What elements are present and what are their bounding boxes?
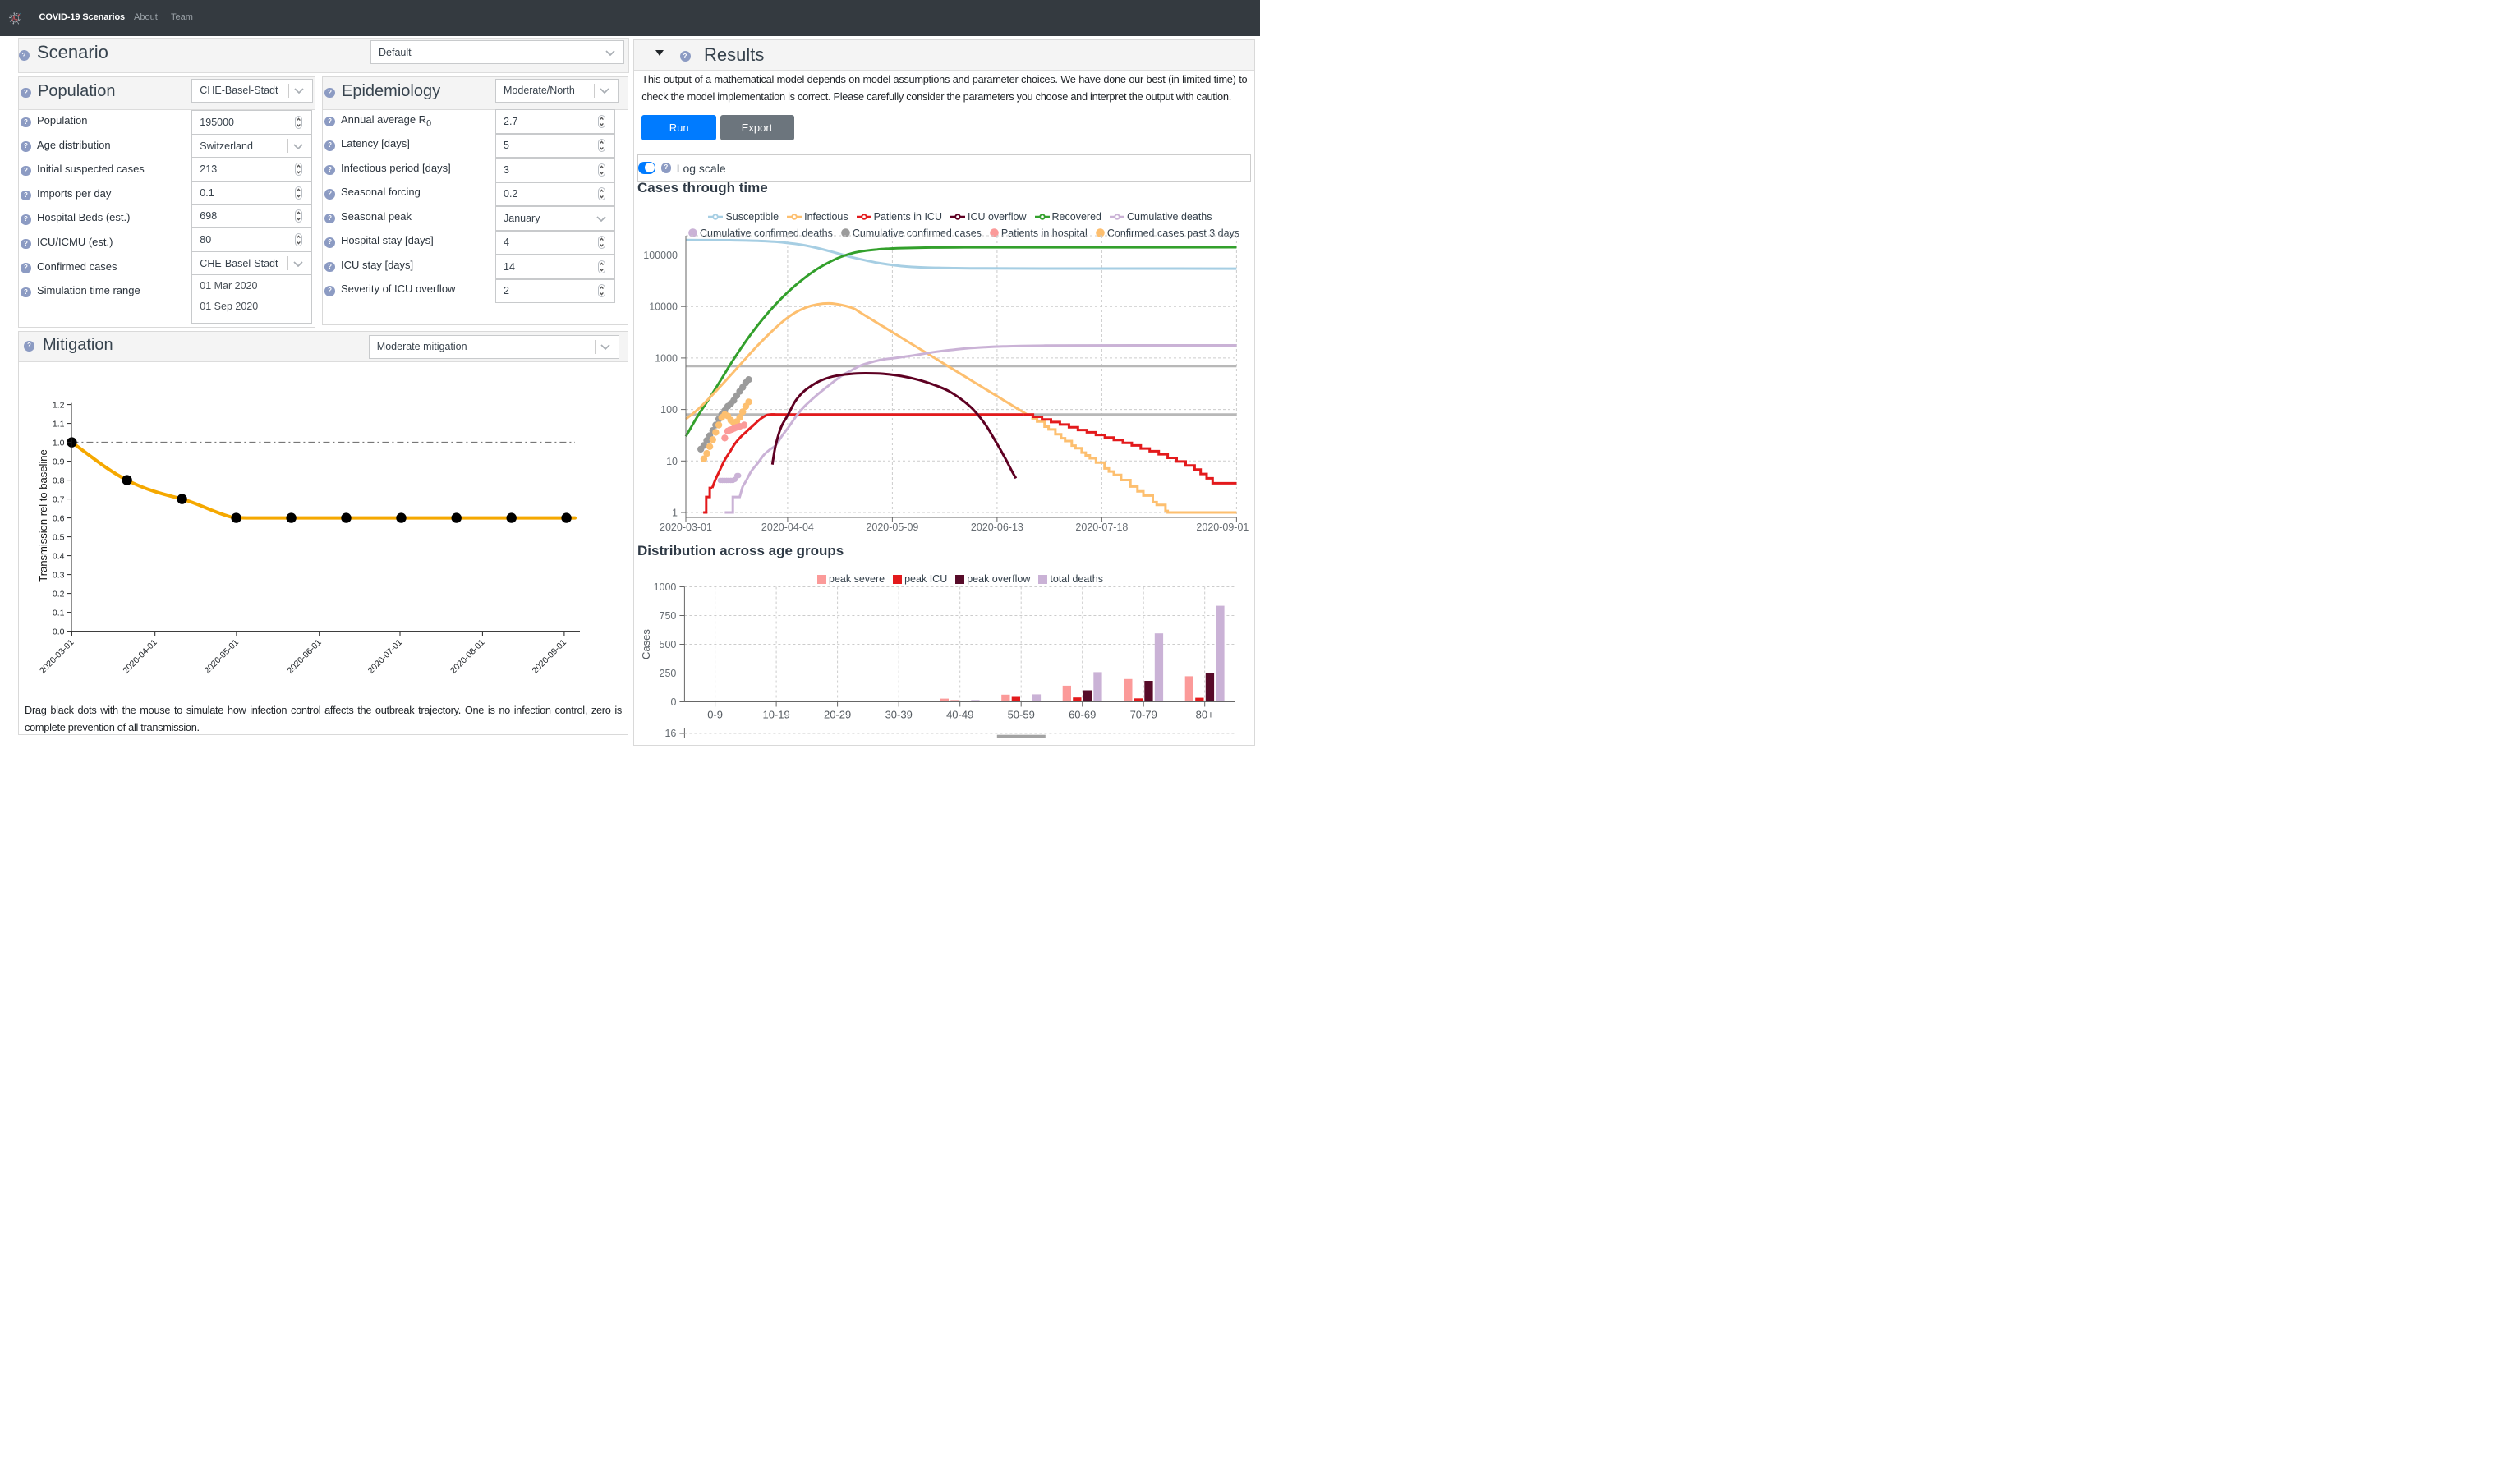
svg-text:Cases: Cases: [640, 629, 652, 659]
svg-text:70-79: 70-79: [1130, 709, 1157, 721]
svg-text:16: 16: [664, 728, 676, 738]
svg-text:0: 0: [670, 696, 676, 708]
svg-text:0-9: 0-9: [707, 709, 723, 721]
svg-text:250: 250: [660, 668, 677, 679]
svg-text:750: 750: [660, 610, 677, 622]
svg-text:1000: 1000: [654, 581, 677, 593]
svg-text:20-29: 20-29: [824, 709, 851, 721]
svg-text:60-69: 60-69: [1069, 709, 1096, 721]
svg-text:500: 500: [660, 639, 677, 650]
svg-text:10-19: 10-19: [762, 709, 789, 721]
svg-text:40-49: 40-49: [946, 709, 973, 721]
svg-text:50-59: 50-59: [1008, 709, 1035, 721]
svg-text:80+: 80+: [1196, 709, 1214, 721]
svg-text:30-39: 30-39: [885, 709, 913, 721]
